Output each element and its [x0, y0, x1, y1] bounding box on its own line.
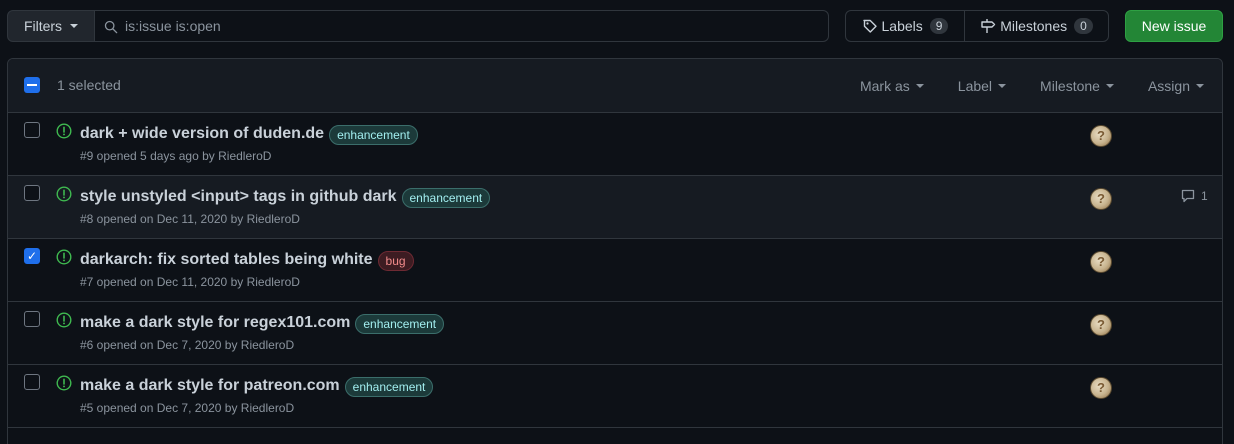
- milestone-icon: [981, 19, 996, 33]
- issue-title[interactable]: make a dark style for regex101.com: [80, 314, 350, 332]
- issue-open-icon: [56, 186, 72, 202]
- issue-open-icon: [56, 375, 72, 391]
- issue-label[interactable]: enhancement: [344, 377, 434, 397]
- chevron-down-icon: [1105, 84, 1114, 88]
- issue-label[interactable]: enhancement: [355, 314, 445, 334]
- assign-menu[interactable]: Assign: [1148, 78, 1204, 94]
- filters-label: Filters: [23, 18, 63, 34]
- milestone-menu[interactable]: Milestone: [1040, 78, 1114, 94]
- issue-meta: #7 opened on Dec 11, 2020 by RiedleroD: [80, 275, 300, 289]
- milestones-button[interactable]: Milestones 0: [965, 11, 1108, 41]
- issue-title-line: dark + wide version of duden.de enhanceme…: [80, 122, 418, 145]
- issue-title-line: make a dark style for regex101.com enhanc…: [80, 311, 445, 334]
- comments-link[interactable]: 1: [1180, 188, 1208, 204]
- milestones-label: Milestones: [1000, 18, 1068, 34]
- chevron-down-icon: [998, 84, 1007, 88]
- search-input[interactable]: [125, 11, 805, 41]
- issue-row[interactable]: make a dark style for regex101.com enhanc…: [8, 302, 1222, 365]
- issue-checkbox[interactable]: ✓: [24, 248, 40, 264]
- issue-row[interactable]: dark + wide version of duden.de enhanceme…: [8, 113, 1222, 176]
- mark-as-menu[interactable]: Mark as: [860, 78, 924, 94]
- issue-title[interactable]: style unstyled <input> tags in github da…: [80, 188, 397, 206]
- bulk-actions: Mark as Label Milestone Assign: [826, 59, 1204, 113]
- search-box[interactable]: [95, 10, 829, 42]
- issues-list: 1 selected Mark as Label Milestone Assig…: [7, 58, 1223, 444]
- labels-count: 9: [929, 18, 949, 34]
- label-menu-label: Label: [957, 78, 993, 94]
- assignee-avatar[interactable]: [1090, 125, 1112, 147]
- labels-label: Labels: [881, 18, 923, 34]
- issue-open-icon: [56, 123, 72, 139]
- issue-meta: #5 opened on Dec 7, 2020 by RiedleroD: [80, 401, 295, 415]
- issue-title[interactable]: make a dark style for patreon.com: [80, 377, 340, 395]
- milestone-menu-label: Milestone: [1040, 78, 1100, 94]
- mark-as-label: Mark as: [859, 78, 910, 94]
- issue-row[interactable]: make a dark style for patreon.com enhance…: [8, 365, 1222, 428]
- issue-row[interactable]: style unstyled <input> tags in github da…: [8, 176, 1222, 239]
- new-issue-button[interactable]: New issue: [1125, 10, 1223, 42]
- issue-label[interactable]: bug: [377, 251, 414, 271]
- issue-meta: #9 opened 5 days ago by RiedleroD: [80, 149, 272, 163]
- issue-checkbox[interactable]: [24, 185, 40, 201]
- chevron-down-icon: [70, 24, 79, 28]
- chevron-down-icon: [1196, 84, 1204, 88]
- assign-menu-label: Assign: [1147, 78, 1190, 94]
- issue-checkbox[interactable]: [24, 374, 40, 390]
- issue-label[interactable]: enhancement: [329, 125, 418, 145]
- issue-checkbox[interactable]: [24, 311, 40, 327]
- selected-count: 1 selected: [57, 77, 121, 93]
- labels-button[interactable]: Labels 9: [846, 11, 965, 41]
- issue-title[interactable]: dark + wide version of duden.de: [80, 125, 324, 143]
- assignee-avatar[interactable]: [1090, 188, 1112, 210]
- milestones-count: 0: [1074, 18, 1093, 34]
- comment-count: 1: [1201, 189, 1208, 203]
- assignee-avatar[interactable]: [1090, 251, 1112, 273]
- issue-title[interactable]: darkarch: fix sorted tables being white: [80, 251, 373, 269]
- assignee-avatar[interactable]: [1090, 314, 1112, 336]
- issue-open-icon: [56, 249, 72, 265]
- issues-list-header: 1 selected Mark as Label Milestone Assig…: [8, 59, 1222, 113]
- issue-title-line: make a dark style for patreon.com enhance…: [80, 374, 434, 397]
- filters-button[interactable]: Filters: [7, 10, 95, 42]
- search-icon: [104, 20, 118, 34]
- filter-group: Filters: [7, 10, 829, 42]
- tag-icon: [862, 19, 877, 33]
- issues-toolbar: Filters Labels 9 Milestone: [7, 10, 1223, 42]
- chevron-down-icon: [915, 84, 924, 88]
- issue-title-line: style unstyled <input> tags in github da…: [80, 185, 491, 208]
- issue-meta: #6 opened on Dec 7, 2020 by RiedleroD: [80, 338, 295, 352]
- issue-open-icon: [56, 312, 72, 328]
- select-all-checkbox[interactable]: [24, 77, 40, 93]
- issue-row[interactable]: ✓ darkarch: fix sorted tables being white…: [8, 239, 1222, 302]
- issue-meta: #8 opened on Dec 11, 2020 by RiedleroD: [80, 212, 300, 226]
- labels-milestones-group: Labels 9 Milestones 0: [845, 10, 1109, 42]
- label-menu[interactable]: Label: [957, 78, 1007, 94]
- issue-rows: dark + wide version of duden.de enhanceme…: [8, 113, 1222, 428]
- issue-checkbox[interactable]: [24, 122, 40, 138]
- issue-title-line: darkarch: fix sorted tables being white b…: [80, 248, 414, 271]
- comment-icon: [1181, 189, 1195, 203]
- issue-label[interactable]: enhancement: [401, 188, 491, 208]
- assignee-avatar[interactable]: [1090, 377, 1112, 399]
